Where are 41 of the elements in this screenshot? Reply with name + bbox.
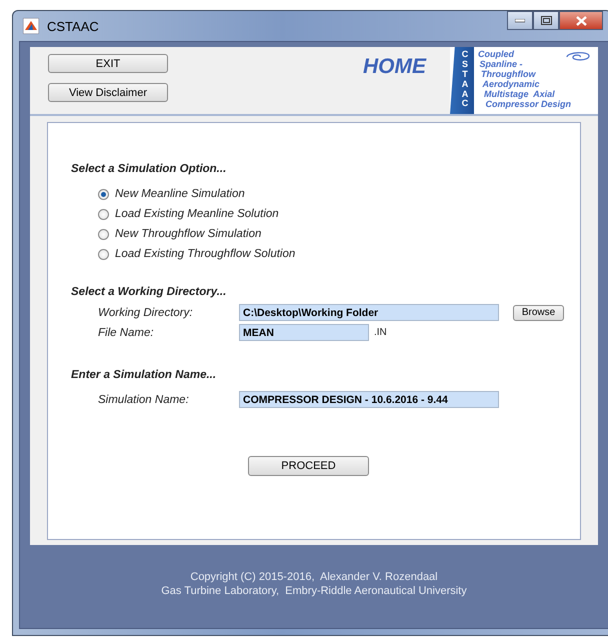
logo-text: Coupled: [478, 49, 514, 59]
section-heading: Select a Working Directory...: [71, 286, 228, 298]
file-extension: .IN: [374, 327, 387, 338]
file-name-field[interactable]: MEAN: [239, 324, 369, 341]
swirl-icon: [564, 50, 592, 62]
radio-button[interactable]: [98, 248, 109, 260]
section-heading: Enter a Simulation Name...: [71, 369, 218, 381]
minimize-button[interactable]: [507, 11, 533, 30]
header-button[interactable]: EXIT: [48, 54, 168, 73]
maximize-button[interactable]: [533, 11, 559, 30]
minimize-icon: [515, 18, 525, 22]
window-title: CSTAAC: [47, 18, 99, 34]
radio-button[interactable]: [98, 228, 109, 240]
option-label[interactable]: Load Existing Throughflow Solution: [115, 248, 296, 260]
close-button[interactable]: [559, 11, 603, 30]
option-label[interactable]: New Throughflow Simulation: [115, 228, 262, 240]
header-button[interactable]: View Disclaimer: [48, 83, 168, 102]
proceed-button[interactable]: PROCEED: [248, 456, 369, 476]
logo-text: Compressor Design: [484, 99, 572, 109]
maximize-icon: [540, 16, 552, 25]
field-label: Working Directory:: [98, 306, 194, 318]
logo-text: Multistage Axial: [483, 89, 555, 99]
simulation-name-field[interactable]: COMPRESSOR DESIGN - 10.6.2016 - 9.44: [239, 391, 499, 408]
directory-field[interactable]: C:\Desktop\Working Folder: [239, 304, 499, 321]
browse-button[interactable]: Browse: [513, 304, 564, 320]
option-label[interactable]: Load Existing Meanline Solution: [115, 208, 279, 220]
app-icon: [23, 18, 39, 34]
logo-text: Aerodynamic: [482, 79, 540, 89]
field-label: File Name:: [98, 326, 155, 338]
logo-letters: CSTAAC: [460, 50, 470, 110]
logo-text: Spanline -: [478, 59, 523, 69]
radio-button[interactable]: [98, 188, 109, 200]
option-label[interactable]: New Meanline Simulation: [115, 188, 245, 200]
section-heading: Select a Simulation Option...: [71, 163, 228, 175]
field-label: Simulation Name:: [98, 394, 190, 406]
radio-button[interactable]: [98, 208, 109, 220]
footer-text: Copyright (C) 2015-2016, Alexander V. Rozendaal: [190, 570, 438, 582]
logo-text: Throughflow: [480, 69, 536, 79]
page-title: HOME: [363, 54, 426, 80]
footer-text: Gas Turbine Laboratory, Embry-Riddle Aeronautical University: [161, 584, 467, 596]
close-icon: [576, 16, 586, 26]
